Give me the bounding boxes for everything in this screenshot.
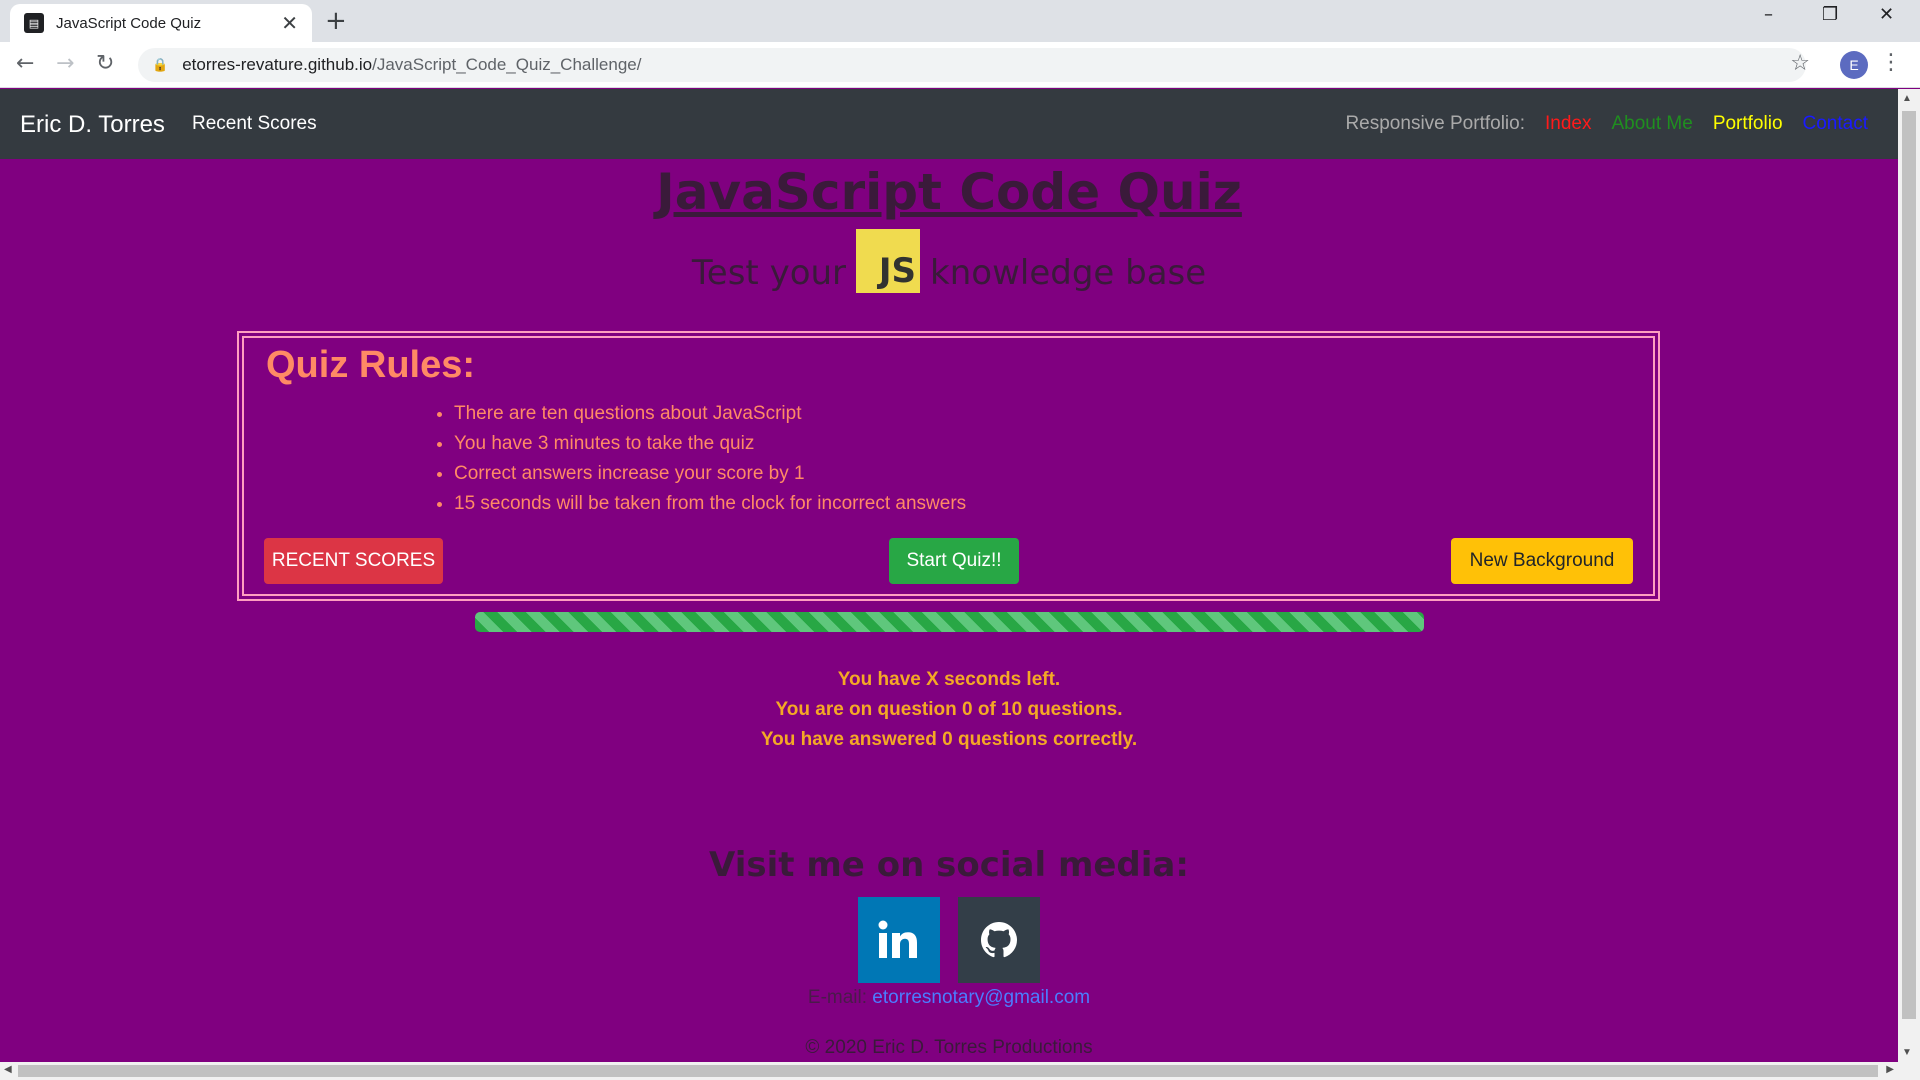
tab-title: JavaScript Code Quiz (56, 14, 202, 32)
email-link[interactable]: etorresnotary@gmail.com (872, 987, 1090, 1008)
window-close-icon[interactable]: ✕ (1879, 4, 1894, 25)
nav-index-link[interactable]: Index (1545, 113, 1591, 135)
github-icon (981, 922, 1017, 958)
horizontal-scroll-thumb[interactable] (18, 1065, 1878, 1077)
email-label: E-mail: (807, 987, 868, 1008)
quiz-status: You have X seconds left. You are on ques… (0, 665, 1898, 755)
tab-favicon-icon: ▤ (24, 13, 44, 33)
subtitle-before: Test your (691, 253, 847, 293)
tab-close-icon[interactable]: ✕ (281, 11, 298, 35)
rules-title: Quiz Rules: (266, 344, 476, 386)
page-subtitle: Test your JS knowledge base (0, 229, 1898, 293)
horizontal-scrollbar[interactable]: ◀ ▶ (0, 1062, 1920, 1080)
nav-recent-scores-link[interactable]: Recent Scores (192, 113, 317, 135)
js-logo-icon: JS (856, 229, 921, 293)
scroll-left-icon[interactable]: ◀ (4, 1064, 12, 1075)
new-background-button[interactable]: New Background (1451, 538, 1633, 584)
linkedin-button[interactable] (858, 897, 940, 983)
scroll-down-icon[interactable]: ▼ (1902, 1047, 1912, 1058)
bookmark-star-icon[interactable]: ☆ (1790, 51, 1810, 76)
time-left-text: You have X seconds left. (837, 669, 1061, 690)
minimize-icon[interactable]: – (1764, 4, 1773, 25)
restore-icon[interactable]: ❐ (1822, 4, 1838, 25)
start-quiz-button[interactable]: Start Quiz!! (889, 538, 1019, 584)
quiz-rules-panel: Quiz Rules: There are ten questions abou… (237, 331, 1660, 601)
rule-item: You have 3 minutes to take the quiz (454, 432, 966, 455)
profile-avatar[interactable]: E (1840, 51, 1868, 79)
subtitle-after: knowledge base (930, 253, 1207, 293)
browser-menu-icon[interactable]: ⋮ (1880, 50, 1902, 75)
new-tab-icon[interactable]: + (325, 6, 347, 36)
rule-item: 15 seconds will be taken from the clock … (454, 492, 966, 515)
nav-portfolio-link[interactable]: Portfolio (1713, 113, 1783, 135)
quiz-rules-inner-border: Quiz Rules: There are ten questions abou… (242, 336, 1655, 596)
reload-icon[interactable]: ↻ (96, 51, 114, 76)
url-path: /JavaScript_Code_Quiz_Challenge/ (372, 55, 642, 74)
portfolio-links: Responsive Portfolio: Index About Me Por… (1345, 113, 1868, 135)
copyright: © 2020 Eric D. Torres Productions (805, 1037, 1093, 1058)
scroll-up-icon[interactable]: ▲ (1902, 93, 1912, 104)
address-bar[interactable]: 🔒 etorres-revature.github.io /JavaScript… (138, 48, 1806, 82)
portfolio-label: Responsive Portfolio: (1345, 113, 1525, 134)
vertical-scroll-thumb[interactable] (1902, 111, 1916, 1019)
linkedin-icon (878, 920, 917, 958)
vertical-scrollbar[interactable]: ▲ ▼ (1898, 89, 1920, 1062)
rule-item: Correct answers increase your score by 1 (454, 462, 966, 485)
forward-icon[interactable]: → (56, 51, 74, 76)
github-button[interactable] (958, 897, 1040, 983)
brand-link[interactable]: Eric D. Torres (20, 111, 165, 139)
url-host: etorres-revature.github.io (182, 55, 373, 74)
timer-progress-bar (475, 612, 1424, 632)
answered-count-text: You have answered 0 questions correctly. (760, 729, 1138, 750)
nav-contact-link[interactable]: Contact (1803, 113, 1868, 135)
back-icon[interactable]: ← (16, 51, 34, 76)
lock-icon: 🔒 (152, 57, 169, 73)
email-line: E-mail: etorresnotary@gmail.com (0, 987, 1898, 1009)
rules-list: There are ten questions about JavaScript… (454, 402, 966, 522)
nav-about-link[interactable]: About Me (1611, 113, 1692, 135)
browser-toolbar: ← → ↻ 🔒 etorres-revature.github.io /Java… (0, 42, 1920, 88)
scroll-right-icon[interactable]: ▶ (1886, 1064, 1894, 1075)
browser-tab[interactable]: ▤ JavaScript Code Quiz ✕ (10, 4, 312, 42)
rule-item: There are ten questions about JavaScript (454, 402, 966, 425)
question-progress-text: You are on question 0 of 10 questions. (775, 699, 1123, 720)
social-title: Visit me on social media: (709, 845, 1189, 885)
site-navbar: Eric D. Torres Recent Scores Responsive … (0, 89, 1898, 159)
main-content: JavaScript Code Quiz Test your JS knowle… (0, 159, 1898, 1062)
recent-scores-button[interactable]: RECENT SCORES (264, 538, 443, 584)
browser-tab-bar: ▤ JavaScript Code Quiz ✕ + – ❐ ✕ (0, 0, 1920, 42)
page-title: JavaScript Code Quiz (656, 163, 1242, 221)
